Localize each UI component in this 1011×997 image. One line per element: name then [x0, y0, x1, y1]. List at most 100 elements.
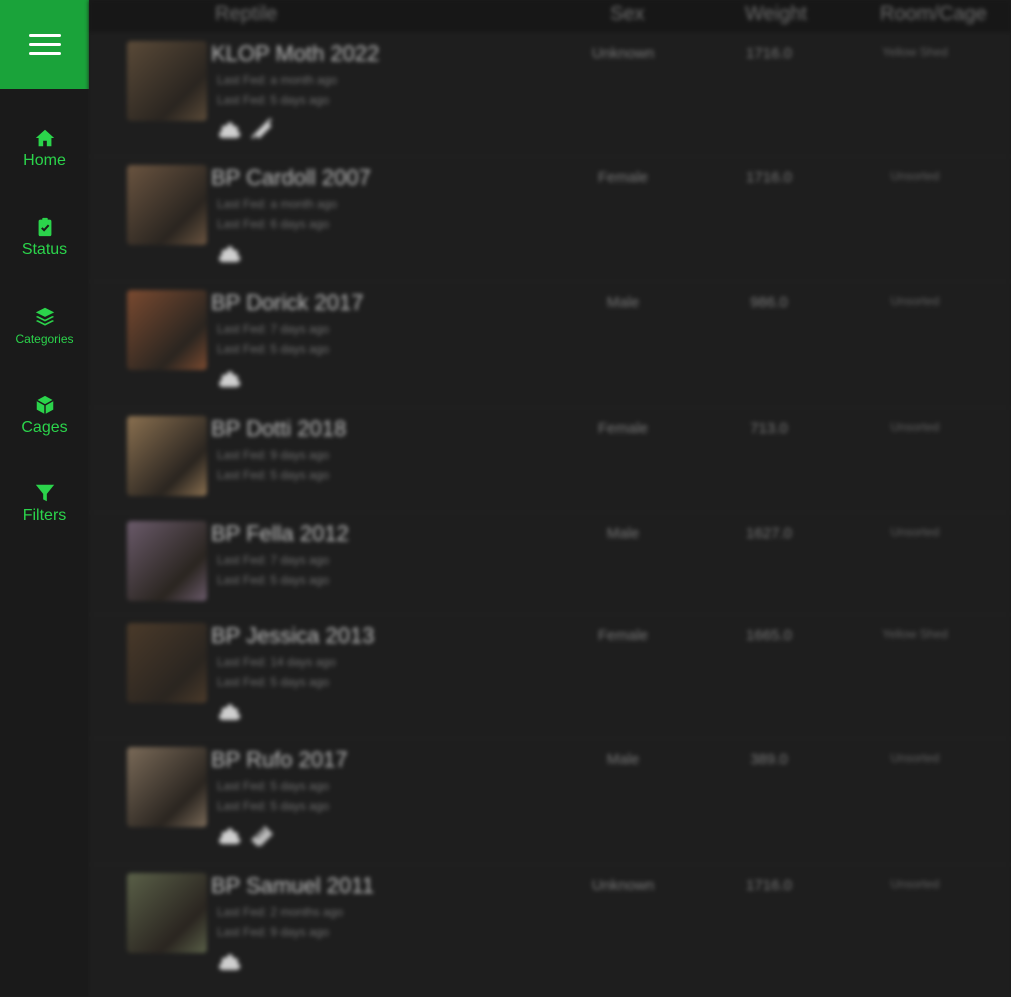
status-icons: [217, 242, 243, 264]
table-row[interactable]: BP Dorick 2017 Last Fed: 7 days ago Last F…: [89, 281, 1011, 408]
last-fed-text: Last Fed: 5 days ago: [217, 573, 330, 587]
reptile-thumbnail[interactable]: [127, 623, 207, 703]
reptile-thumbnail[interactable]: [127, 165, 207, 245]
last-fed-text: Last Fed: 2 months ago: [217, 905, 344, 919]
syringe-icon: [249, 118, 275, 140]
weight-value: 1627.0: [746, 525, 792, 542]
reptile-name[interactable]: BP Jessica 2013: [211, 623, 374, 649]
last-fed-text: Last Fed: 5 days ago: [217, 799, 330, 813]
weight-value: 1716.0: [746, 877, 792, 894]
sidebar-item-filters[interactable]: Filters: [0, 463, 89, 543]
table-row[interactable]: BP Cardoll 2007 Last Fed: a month ago Last…: [89, 156, 1011, 282]
poop-icon: [217, 367, 243, 389]
last-fed-text: Last Fed: a month ago: [217, 73, 338, 87]
sidebar-item-label: Categories: [15, 331, 74, 346]
last-fed-text: Last Fed: 5 days ago: [217, 779, 330, 793]
weight-value: 713.0: [750, 420, 788, 437]
sex-value: Unknown: [591, 877, 655, 894]
column-header-reptile[interactable]: Reptile: [215, 3, 277, 26]
status-icons: [217, 700, 243, 722]
sidebar-item-label: Filters: [22, 506, 67, 524]
layers-icon: [35, 307, 54, 326]
cage-value: Unsorted: [890, 420, 940, 434]
status-icons: [217, 824, 275, 848]
weight-value: 986.0: [750, 294, 788, 311]
reptile-thumbnail[interactable]: [127, 41, 207, 121]
last-fed-text: Last Fed: 5 days ago: [217, 93, 330, 107]
reptile-name[interactable]: BP Dorick 2017: [211, 290, 363, 316]
last-fed-text: Last Fed: 7 days ago: [217, 553, 330, 567]
status-icons: [217, 118, 275, 140]
cube-icon: [35, 395, 54, 414]
last-fed-text: Last Fed: 14 days ago: [217, 655, 336, 669]
reptile-table: Reptile Sex Weight Room/Cage KLOP Moth 2…: [89, 0, 1011, 997]
weight-value: 1716.0: [746, 45, 792, 62]
weight-value: 1665.0: [746, 627, 792, 644]
filter-icon: [35, 484, 54, 501]
last-fed-text: Last Fed: 5 days ago: [217, 468, 330, 482]
sidebar-item-label: Home: [23, 151, 66, 169]
reptile-thumbnail[interactable]: [127, 873, 207, 953]
cage-value: Yellow Shed: [882, 627, 948, 641]
last-fed-text: Last Fed: 9 days ago: [217, 448, 330, 462]
reptile-thumbnail[interactable]: [127, 521, 207, 601]
last-fed-text: Last Fed: 5 days ago: [217, 342, 330, 356]
last-fed-text: Last Fed: 9 days ago: [217, 925, 330, 939]
last-fed-text: Last Fed: 7 days ago: [217, 322, 330, 336]
table-row[interactable]: BP Samuel 2011 Last Fed: 2 months ago Last…: [89, 864, 1011, 997]
sidebar: Home Status Categories Cages Filters: [0, 0, 89, 996]
table-row[interactable]: KLOP Moth 2022 Last Fed: a month ago Last …: [89, 32, 1011, 157]
column-header-room-cage[interactable]: Room/Cage: [880, 3, 987, 26]
column-header-sex[interactable]: Sex: [610, 3, 644, 26]
sex-value: Male: [606, 751, 640, 768]
table-row[interactable]: BP Fella 2012 Last Fed: 7 days ago Last Fe…: [89, 512, 1011, 615]
reptile-thumbnail[interactable]: [127, 416, 207, 496]
poop-icon: [217, 824, 243, 846]
weight-value: 389.0: [750, 751, 788, 768]
last-fed-text: Last Fed: a month ago: [217, 197, 338, 211]
reptile-name[interactable]: BP Rufo 2017: [211, 747, 348, 773]
poop-icon: [217, 118, 243, 140]
sex-value: Female: [597, 627, 649, 644]
table-header: Reptile Sex Weight Room/Cage: [89, 0, 1011, 32]
reptile-name[interactable]: BP Fella 2012: [211, 521, 349, 547]
status-icons: [217, 950, 243, 972]
weight-value: 1716.0: [746, 169, 792, 186]
sex-value: Male: [606, 294, 640, 311]
reptile-name[interactable]: BP Samuel 2011: [211, 873, 374, 899]
sidebar-item-categories[interactable]: Categories: [0, 286, 89, 366]
sidebar-item-status[interactable]: Status: [0, 197, 89, 277]
last-fed-text: Last Fed: 6 days ago: [217, 217, 330, 231]
reptile-name[interactable]: BP Cardoll 2007: [211, 165, 371, 191]
sidebar-item-cages[interactable]: Cages: [0, 375, 89, 455]
table-row[interactable]: BP Dotti 2018 Last Fed: 9 days ago Last Fe…: [89, 407, 1011, 513]
cage-value: Unsorted: [890, 525, 940, 539]
cage-value: Unsorted: [890, 751, 940, 765]
table-row[interactable]: BP Jessica 2013 Last Fed: 14 days ago Last…: [89, 614, 1011, 739]
sidebar-item-home[interactable]: Home: [0, 108, 89, 188]
sidebar-item-label: Cages: [21, 418, 68, 436]
menu-toggle-button[interactable]: [0, 0, 89, 89]
sidebar-item-label: Status: [21, 240, 68, 258]
column-header-weight[interactable]: Weight: [745, 3, 807, 26]
poop-icon: [217, 950, 243, 972]
clipboard-check-icon: [38, 217, 51, 236]
reptile-name[interactable]: BP Dotti 2018: [211, 416, 346, 442]
cage-value: Yellow Shed: [882, 45, 948, 59]
reptile-thumbnail[interactable]: [127, 290, 207, 370]
last-fed-text: Last Fed: 5 days ago: [217, 675, 330, 689]
sex-value: Female: [597, 169, 649, 186]
cage-value: Unsorted: [890, 169, 940, 183]
cage-value: Unsorted: [890, 294, 940, 308]
reptile-name[interactable]: KLOP Moth 2022: [211, 41, 379, 67]
cage-value: Unsorted: [890, 877, 940, 891]
poop-icon: [217, 242, 243, 264]
reptile-thumbnail[interactable]: [127, 747, 207, 827]
sex-value: Female: [597, 420, 649, 437]
table-row[interactable]: BP Rufo 2017 Last Fed: 5 days ago Last Fed…: [89, 738, 1011, 865]
hamburger-menu-icon: [28, 33, 61, 56]
ruler-icon: [249, 824, 275, 848]
sex-value: Male: [606, 525, 640, 542]
sex-value: Unknown: [591, 45, 655, 62]
poop-icon: [217, 700, 243, 722]
